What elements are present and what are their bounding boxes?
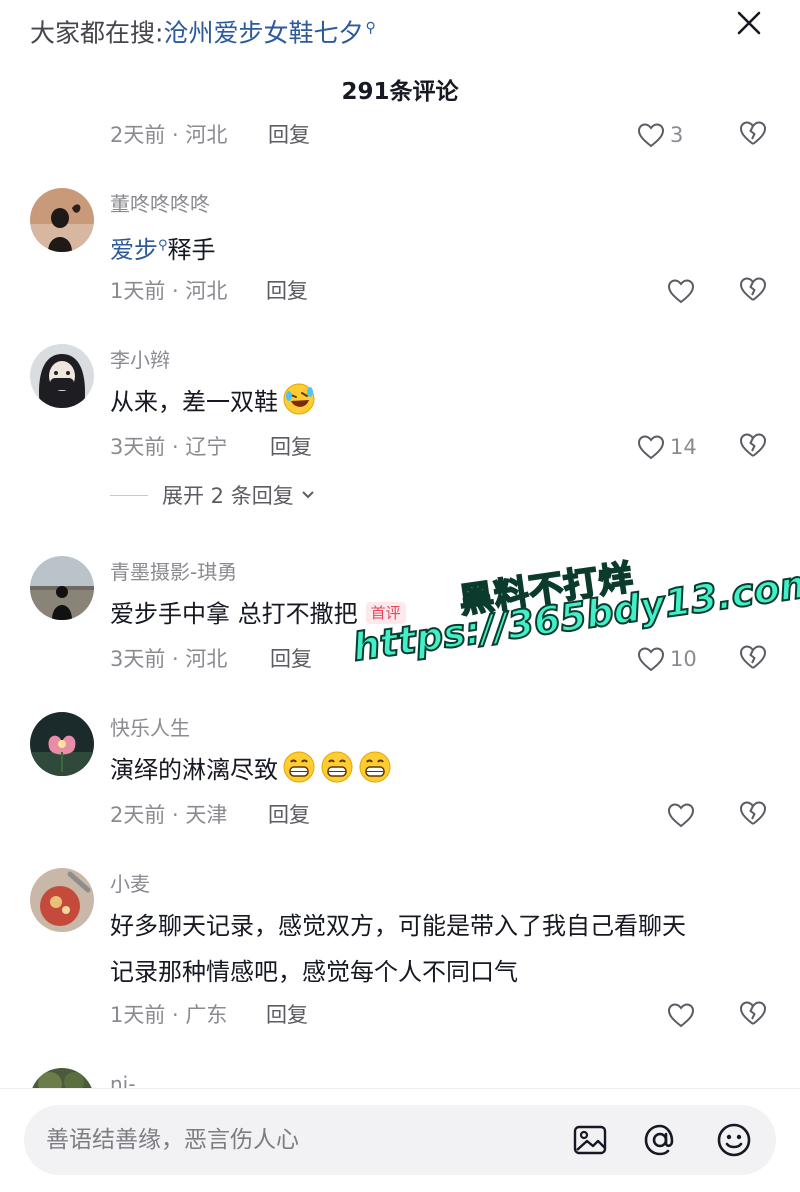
comment-text-body: 从来，差一双鞋 [110,388,278,416]
reply-button[interactable]: 回复 [268,800,310,830]
like-button[interactable]: 10 [636,642,702,676]
first-comment-badge: 首评 [365,602,406,624]
comment-time: 3天前 [110,647,166,671]
comment-meta: 2天前 · 河北 [110,123,228,147]
heart-icon [637,123,665,148]
dislike-button[interactable] [738,798,770,830]
reply-button[interactable]: 回复 [270,432,312,462]
avatar[interactable] [30,344,94,408]
comment-meta: 1天前 · 河北 [110,279,228,303]
search-icon: ⚲ [365,20,376,36]
comment-meta: 1天前 · 广东 [110,1003,228,1027]
reply-button[interactable]: 回复 [270,644,312,674]
heart-icon [667,279,695,304]
reply-button[interactable]: 回复 [266,1000,308,1030]
comment-text: 爱步⚲释手 [110,224,216,272]
reply-button[interactable]: 回复 [268,120,310,150]
heart-icon [637,435,665,460]
comment-location: 天津 [185,803,228,827]
avatar[interactable] [30,188,94,252]
avatar[interactable] [30,868,94,932]
heart-icon [637,647,665,672]
comment-username[interactable]: 董咚咚咚咚 [110,190,210,218]
divider [110,494,148,496]
dislike-button[interactable] [738,118,770,150]
comment-list[interactable]: 2天前 · 河北 回复 3 董咚咚咚咚 爱步⚲释手 1天前 · 河北 回复 李小… [0,112,800,1088]
dislike-button[interactable] [738,642,770,674]
comment-time: 3天前 [110,435,166,459]
comment-text-rest: 释手 [167,236,216,264]
like-button[interactable] [666,998,732,1032]
broken-heart-icon [740,801,766,825]
search-suggestion-prefix: 大家都在搜: [30,18,164,48]
comment-input[interactable]: 善语结善缘，恶言伤人心 [24,1105,776,1175]
grinning-emoji [321,751,353,783]
broken-heart-icon [740,1001,766,1025]
heart-icon [667,803,695,828]
like-button[interactable] [666,798,732,832]
comment-count-title: 291条评论 [341,79,459,105]
comment-username[interactable]: 李小辫 [110,346,170,374]
dislike-button[interactable] [738,998,770,1030]
comment-time: 2天前 [110,123,166,147]
like-button[interactable] [666,274,732,308]
comment-username[interactable]: 青墨摄影-琪勇 [110,558,237,586]
comment-meta: 3天前 · 辽宁 [110,435,228,459]
comment-text: 从来，差一双鞋 [110,380,316,424]
comment-username[interactable]: 小麦 [110,870,150,898]
avatar[interactable] [30,1068,94,1088]
expand-replies-label: 展开 2 条回复 [162,484,294,508]
broken-heart-icon [740,433,766,457]
comment-input-placeholder: 善语结善缘，恶言伤人心 [46,1127,299,1153]
search-suggestion[interactable]: 大家都在搜:沧州爱步女鞋七夕 ⚲ [30,10,376,51]
comment-meta: 2天前 · 天津 [110,803,228,827]
comment-username[interactable]: 快乐人生 [110,714,190,742]
comment-input-bar: 善语结善缘，恶言伤人心 [0,1088,800,1192]
search-suggestion-term[interactable]: 沧州爱步女鞋七夕 [163,18,363,47]
at-icon[interactable] [640,1120,680,1160]
rolling-laughing-emoji [283,383,315,415]
close-icon[interactable] [732,6,766,40]
top-bar: 大家都在搜:沧州爱步女鞋七夕 ⚲ [0,0,800,60]
avatar[interactable] [30,712,94,776]
heart-icon [667,1003,695,1028]
comment-location: 河北 [185,123,228,147]
grinning-emoji [283,751,315,783]
like-button[interactable]: 14 [636,430,702,464]
comment-text: 爱步手中拿 总打不撒把 首评 [110,592,406,636]
like-count: 14 [670,435,697,459]
comment-text-body: 演绎的淋漓尽致 [110,756,278,784]
grinning-emoji [359,751,391,783]
comment-username[interactable]: ni- [110,1070,135,1088]
emoji-icon[interactable] [714,1120,754,1160]
broken-heart-icon [740,645,766,669]
comment-location: 河北 [185,279,228,303]
comment-text: 演绎的淋漓尽致 [110,748,392,792]
broken-heart-icon [740,121,766,145]
like-button[interactable]: 3 [636,118,702,152]
comment-text-line-2: 记录那种情感吧，感觉每个人不同口气 [110,958,518,986]
comment-time: 1天前 [110,1003,166,1027]
like-count: 10 [670,647,697,671]
comment-meta: 3天前 · 河北 [110,647,228,671]
like-count: 3 [670,123,684,147]
comment-text-body: 爱步手中拿 总打不撒把 [110,600,358,628]
chevron-down-icon [302,491,314,499]
broken-heart-icon [740,277,766,301]
comment-text-line-1: 好多聊天记录，感觉双方，可能是带入了我自己看聊天 [110,912,686,940]
dislike-button[interactable] [738,274,770,306]
avatar[interactable] [30,556,94,620]
reply-button[interactable]: 回复 [266,276,308,306]
comment-location: 河北 [185,647,228,671]
expand-replies-button[interactable]: 展开 2 条回复 [110,480,316,510]
search-icon: ⚲ [158,238,168,253]
comment-keyword[interactable]: 爱步 [110,236,158,264]
comment-time: 1天前 [110,279,166,303]
image-icon[interactable] [570,1120,610,1160]
dislike-button[interactable] [738,430,770,462]
comment-location: 辽宁 [185,435,228,459]
comment-location: 广东 [185,1003,228,1027]
comment-time: 2天前 [110,803,166,827]
